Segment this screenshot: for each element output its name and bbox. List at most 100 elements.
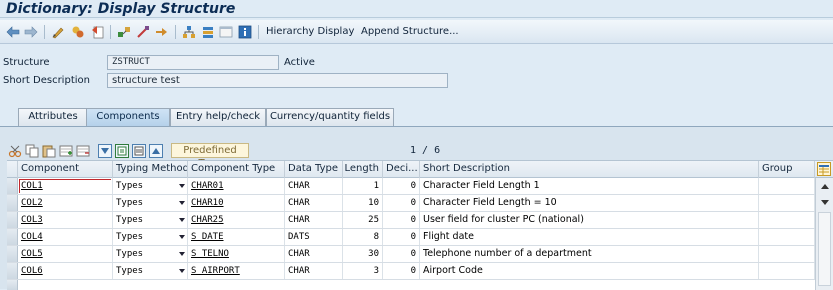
title-bar: Dictionary: Display Structure — [0, 0, 833, 18]
typing-method-dropdown[interactable]: Types — [113, 178, 188, 194]
component-cell[interactable]: COL5 — [18, 246, 113, 262]
tab-attributes[interactable]: Attributes — [18, 108, 88, 126]
group-cell[interactable] — [759, 178, 815, 194]
table-row[interactable]: COL2 Types CHAR10 CHAR 10 0 Character Fi… — [7, 195, 815, 212]
vertical-scrollbar[interactable] — [815, 178, 833, 290]
chevron-down-icon[interactable] — [179, 218, 185, 222]
filter-icon[interactable] — [97, 143, 113, 158]
component-cell[interactable]: COL4 — [18, 229, 113, 245]
typing-method-dropdown[interactable]: Types — [113, 229, 188, 245]
group-cell[interactable] — [759, 212, 815, 228]
data-type-cell: CHAR — [285, 212, 343, 228]
column-header-decimals[interactable]: Deci... — [383, 161, 420, 178]
status-text: Active — [284, 57, 315, 68]
component-cell[interactable]: COL2 — [18, 195, 113, 211]
column-header-component[interactable]: Component — [18, 161, 113, 178]
select-all-cell[interactable] — [7, 161, 18, 178]
row-selector[interactable] — [7, 212, 18, 228]
short-description-field[interactable]: structure test — [107, 73, 448, 88]
delete-row-icon[interactable] — [75, 143, 91, 158]
typing-method-value: Types — [116, 266, 144, 276]
table-row[interactable]: COL3 Types CHAR25 CHAR 25 0 User field f… — [7, 212, 815, 229]
row-selector[interactable] — [7, 195, 18, 211]
cell-focus-indicator — [19, 179, 111, 193]
scroll-down-icon[interactable] — [821, 200, 829, 205]
group-cell[interactable] — [759, 246, 815, 262]
copy-icon[interactable] — [24, 143, 40, 158]
component-type-cell[interactable]: CHAR25 — [188, 212, 285, 228]
table-row[interactable]: COL1 Types CHAR01 CHAR 1 0 Character Fie… — [7, 178, 815, 195]
other-object-icon[interactable] — [135, 24, 151, 39]
group-cell[interactable] — [759, 195, 815, 211]
row-selector[interactable] — [7, 263, 18, 279]
predefined-type-button[interactable]: Predefined Type — [171, 143, 249, 169]
append-structure-button[interactable]: Append Structure... — [361, 26, 459, 37]
display-object-list-icon[interactable] — [154, 24, 170, 39]
row-selector[interactable] — [7, 178, 18, 194]
hierarchy-display-button[interactable]: Hierarchy Display — [266, 26, 354, 37]
cut-icon[interactable] — [7, 143, 23, 158]
tab-strip: Attributes Components Entry help/check C… — [10, 108, 833, 126]
typing-method-dropdown[interactable]: Types — [113, 263, 188, 279]
tab-components[interactable]: Components — [86, 108, 170, 126]
component-type-cell[interactable]: S_DATE — [188, 229, 285, 245]
sort-up-icon[interactable] — [148, 143, 164, 158]
tab-currency-quantity-fields[interactable]: Currency/quantity fields — [266, 108, 394, 126]
navigation-window-icon[interactable] — [218, 24, 234, 39]
group-cell[interactable] — [759, 263, 815, 279]
table-row[interactable]: COL5 Types S_TELNO CHAR 30 0 Telephone n… — [7, 246, 815, 263]
check-object-icon[interactable] — [70, 24, 86, 39]
component-type-cell[interactable]: CHAR01 — [188, 178, 285, 194]
tab-entry-help-check[interactable]: Entry help/check — [170, 108, 266, 126]
component-cell[interactable]: COL3 — [18, 212, 113, 228]
print-icon[interactable] — [131, 143, 147, 158]
balance-icon[interactable] — [200, 24, 216, 39]
back-arrow-icon[interactable] — [5, 24, 21, 39]
typing-method-dropdown[interactable]: Types — [113, 195, 188, 211]
table-row[interactable]: COL4 Types S_DATE DATS 8 0 Flight date — [7, 229, 815, 246]
short-description-cell: Character Field Length = 10 — [420, 195, 759, 211]
window-title: Dictionary: Display Structure — [6, 1, 236, 17]
data-type-cell: CHAR — [285, 246, 343, 262]
column-header-short-description[interactable]: Short Description — [420, 161, 759, 178]
scroll-thumb[interactable] — [818, 212, 831, 286]
chevron-down-icon[interactable] — [179, 269, 185, 273]
component-type-cell[interactable]: S_TELNO — [188, 246, 285, 262]
typing-method-dropdown[interactable]: Types — [113, 212, 188, 228]
hierarchy-icon[interactable] — [181, 24, 197, 39]
paste-icon[interactable] — [41, 143, 57, 158]
where-used-list-icon[interactable] — [116, 24, 132, 39]
decimals-cell: 0 — [383, 195, 420, 211]
column-header-typing-method[interactable]: Typing Method — [113, 161, 188, 178]
row-selector[interactable] — [7, 229, 18, 245]
component-cell[interactable]: COL6 — [18, 263, 113, 279]
forward-arrow-icon[interactable] — [23, 24, 39, 39]
chevron-down-icon[interactable] — [179, 252, 185, 256]
chevron-down-icon[interactable] — [179, 235, 185, 239]
toggle-change-display-icon[interactable] — [50, 24, 66, 39]
structure-name-field[interactable]: ZSTRUCT — [107, 55, 279, 70]
group-cell[interactable] — [759, 229, 815, 245]
scroll-up-icon[interactable] — [821, 184, 829, 189]
layout-settings-icon[interactable] — [817, 162, 831, 176]
column-header-group[interactable]: Group — [759, 161, 815, 178]
row-selector[interactable] — [7, 246, 18, 262]
insert-row-icon[interactable] — [58, 143, 74, 158]
table-row[interactable]: COL6 Types S_AIRPORT CHAR 3 0 Airport Co… — [7, 263, 815, 280]
decimals-cell: 0 — [383, 212, 420, 228]
detail-icon[interactable] — [114, 143, 130, 158]
short-description-cell: Telephone number of a department — [420, 246, 759, 262]
chevron-down-icon[interactable] — [179, 201, 185, 205]
column-header-component-type[interactable]: Component Type — [188, 161, 285, 178]
activate-icon[interactable] — [90, 24, 106, 39]
structure-label: Structure — [3, 57, 50, 68]
component-type-cell[interactable]: S_AIRPORT — [188, 263, 285, 279]
column-header-data-type[interactable]: Data Type — [285, 161, 343, 178]
typing-method-dropdown[interactable]: Types — [113, 246, 188, 262]
short-description-cell: Character Field Length 1 — [420, 178, 759, 194]
column-header-length[interactable]: Length — [343, 161, 383, 178]
component-type-cell[interactable]: CHAR10 — [188, 195, 285, 211]
data-type-cell: DATS — [285, 229, 343, 245]
chevron-down-icon[interactable] — [179, 184, 185, 188]
information-icon[interactable] — [237, 24, 253, 39]
